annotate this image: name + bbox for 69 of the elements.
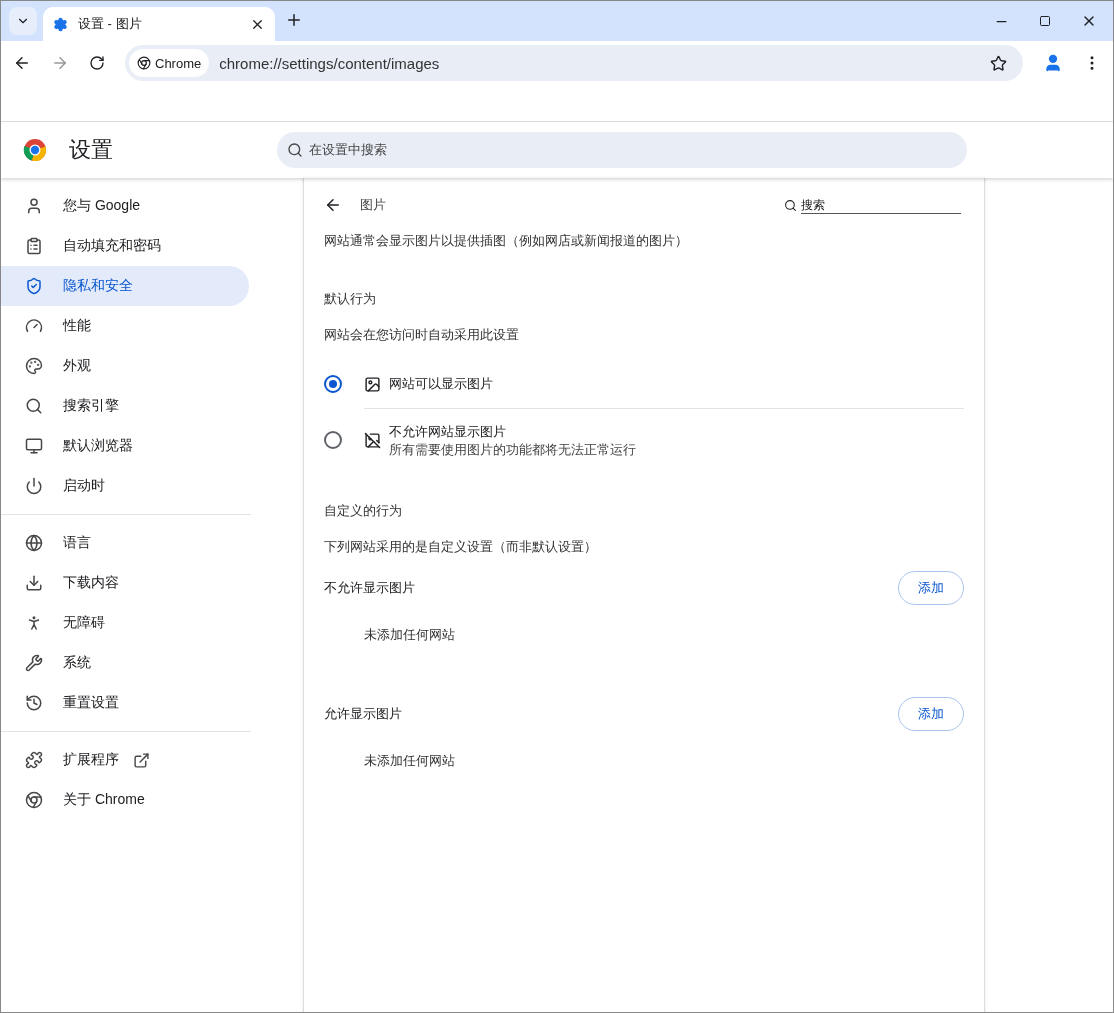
section-heading: 默认行为 [324, 290, 377, 308]
option-label: 不允许网站显示图片 [389, 422, 507, 441]
section-heading: 自定义的行为 [324, 502, 403, 520]
browser-window-icon [25, 437, 43, 455]
clipboard-icon [25, 237, 43, 255]
maximize-icon[interactable] [1039, 15, 1051, 27]
search-field[interactable]: 搜索 [801, 196, 961, 214]
chrome-icon [25, 791, 43, 809]
gauge-icon [25, 317, 43, 335]
history-icon [25, 694, 43, 712]
sidebar-item[interactable]: 关于 Chrome [1, 780, 249, 820]
wrench-icon [25, 654, 43, 672]
search-icon [25, 397, 43, 415]
page-title: 图片 [360, 196, 387, 214]
sidebar-item[interactable]: 自动填充和密码 [1, 226, 249, 266]
radio-button[interactable] [324, 431, 342, 449]
sidebar-item[interactable]: 重置设置 [1, 683, 249, 723]
download-icon [25, 574, 43, 592]
settings-search-field[interactable]: 在设置中搜索 [277, 132, 967, 168]
list-title: 不允许显示图片 [324, 579, 415, 597]
sidebar-item[interactable]: 搜索引擎 [1, 386, 249, 426]
sidebar-item[interactable]: 无障碍 [1, 603, 249, 643]
sidebar-item[interactable]: 语言 [1, 523, 249, 563]
sidebar-item[interactable]: 您与 Google [1, 186, 249, 226]
gear-icon [53, 16, 68, 32]
sidebar-item[interactable]: 性能 [1, 306, 249, 346]
description-text: 网站通常会显示图片以提供插图（例如网店或新闻报道的图片） [324, 232, 689, 250]
sidebar-item[interactable]: 启动时 [1, 466, 249, 506]
image-icon [364, 375, 381, 393]
person-icon [25, 197, 43, 215]
puzzle-icon [25, 751, 43, 769]
radio-button[interactable] [324, 375, 342, 393]
globe-icon [25, 534, 43, 552]
site-chip[interactable]: Chrome [129, 49, 210, 77]
sidebar-item[interactable]: 系统 [1, 643, 249, 683]
chrome-logo-icon [23, 138, 47, 162]
reload-icon[interactable] [89, 55, 105, 71]
section-subheading: 网站会在您访问时自动采用此设置 [324, 326, 520, 344]
image-off-icon [364, 432, 381, 449]
power-icon [25, 477, 43, 495]
new-tab-icon[interactable] [285, 11, 303, 29]
forward-icon[interactable] [51, 54, 69, 72]
empty-list-text: 未添加任何网站 [363, 752, 456, 770]
search-icon [784, 198, 797, 212]
option-description: 所有需要使用图片的功能都将无法正常运行 [389, 440, 636, 459]
address-bar[interactable]: Chrome chrome://settings/content/images [125, 45, 1023, 81]
profile-icon[interactable] [1043, 53, 1063, 73]
browser-tab[interactable]: 设置 - 图片 [43, 7, 275, 41]
bookmark-star-icon[interactable] [990, 54, 1007, 72]
back-icon[interactable] [324, 196, 342, 214]
settings-title: 设置 [69, 136, 114, 164]
list-title: 允许显示图片 [324, 705, 402, 723]
chrome-icon [137, 56, 151, 70]
search-icon [287, 142, 303, 158]
empty-list-text: 未添加任何网站 [363, 626, 456, 644]
option-label: 网站可以显示图片 [389, 375, 493, 393]
sidebar-item[interactable]: 下载内容 [1, 563, 249, 603]
sidebar-item[interactable]: 扩展程序 [1, 740, 249, 780]
palette-icon [25, 357, 43, 375]
sidebar-item[interactable]: 默认浏览器 [1, 426, 249, 466]
add-button[interactable]: 添加 [898, 697, 964, 731]
sidebar-item[interactable]: 隐私和安全 [1, 266, 249, 306]
shield-icon [25, 277, 43, 295]
back-icon[interactable] [13, 54, 31, 72]
url-text: chrome://settings/content/images [219, 54, 441, 72]
section-subheading: 下列网站采用的是自定义设置（而非默认设置） [324, 538, 598, 556]
sidebar-item[interactable]: 外观 [1, 346, 249, 386]
add-button[interactable]: 添加 [898, 571, 964, 605]
external-link-icon [133, 751, 150, 769]
